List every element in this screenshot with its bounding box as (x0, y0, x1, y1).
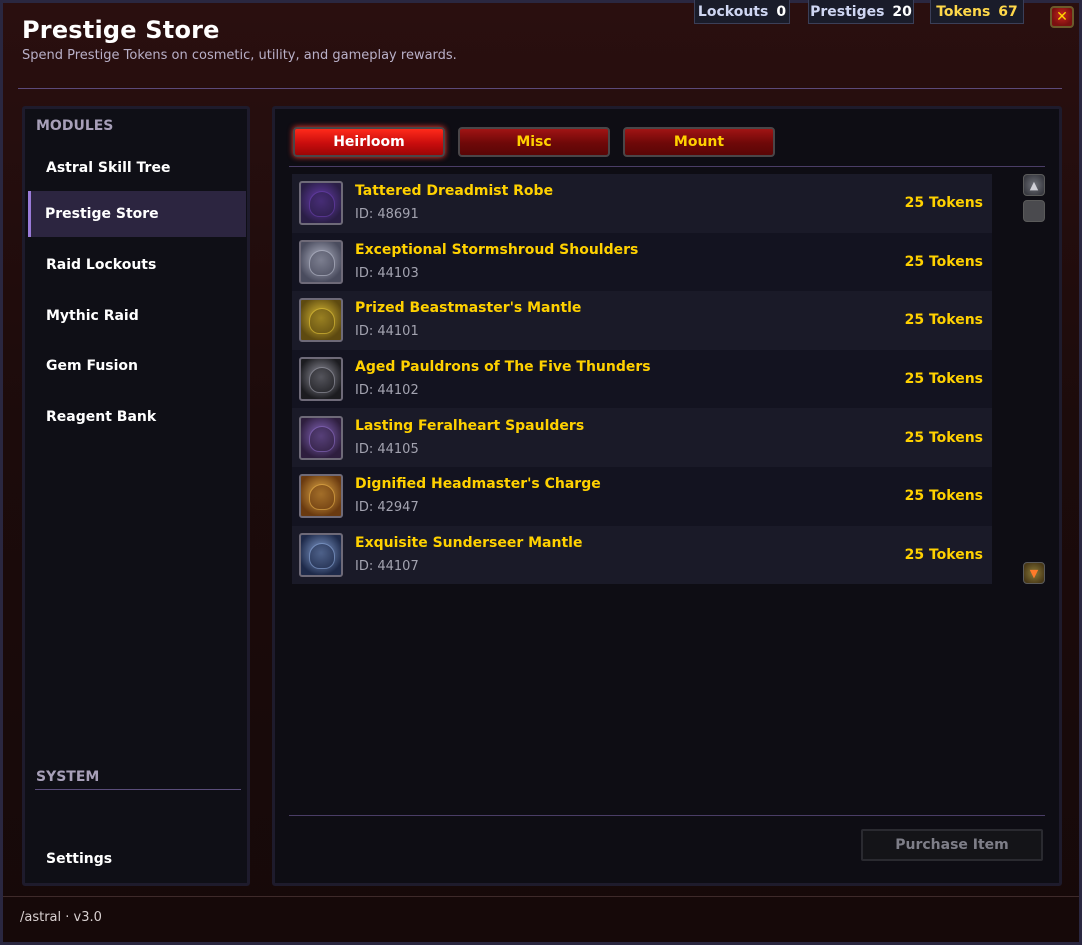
sidebar-item-mythic-raid[interactable]: Mythic Raid (28, 293, 246, 339)
item-price: 25 Tokens (904, 253, 983, 270)
item-id: ID: 44107 (355, 558, 419, 574)
prestiges-counter: Prestiges 20 (808, 0, 914, 24)
list-item[interactable]: Tattered Dreadmist Robe ID: 48691 25 Token… (292, 174, 992, 233)
item-id: ID: 44105 (355, 441, 419, 457)
item-text: Prized Beastmaster's Mantle ID: 44101 (355, 299, 905, 341)
tokens-counter: Tokens 67 (930, 0, 1024, 24)
tokens-label: Tokens (936, 3, 991, 20)
tab-label: Heirloom (333, 134, 405, 150)
item-text: Dignified Headmaster's Charge ID: 42947 (355, 475, 905, 517)
shoulders-icon (299, 239, 343, 284)
header-divider (18, 88, 1062, 89)
item-price: 25 Tokens (904, 371, 983, 388)
scroll-up-button[interactable]: ▲ (1023, 174, 1045, 196)
item-name: Prized Beastmaster's Mantle (355, 300, 582, 317)
item-price: 25 Tokens (904, 546, 983, 563)
prestiges-value: 20 (892, 3, 912, 20)
item-price: 25 Tokens (904, 312, 983, 329)
modules-section-label: MODULES (36, 118, 114, 134)
scrollbar-thumb[interactable] (1023, 200, 1045, 222)
version-footer: /astral · v3.0 (20, 910, 102, 925)
item-text: Aged Pauldrons of The Five Thunders ID: 4… (355, 358, 905, 400)
store-panel: Heirloom Misc Mount Tattered Dreadmist R… (272, 106, 1062, 886)
list-item[interactable]: Lasting Feralheart Spaulders ID: 44105 25 … (292, 408, 992, 467)
sidebar-item-reagent-bank[interactable]: Reagent Bank (28, 394, 246, 440)
page-subtitle: Spend Prestige Tokens on cosmetic, utili… (22, 48, 457, 63)
sidebar-item-label: Prestige Store (45, 206, 159, 222)
item-id: ID: 42947 (355, 500, 419, 516)
close-button[interactable]: ✕ (1050, 6, 1074, 28)
sidebar-item-label: Mythic Raid (46, 308, 139, 324)
tab-heirloom[interactable]: Heirloom (293, 127, 445, 157)
item-name: Dignified Headmaster's Charge (355, 476, 601, 493)
lockouts-label: Lockouts (697, 3, 769, 20)
system-section-label: SYSTEM (36, 769, 100, 785)
purchase-label: Purchase Item (895, 837, 1009, 853)
system-divider (35, 789, 241, 790)
spaulders-icon (299, 415, 343, 460)
item-text: Exquisite Sunderseer Mantle ID: 44107 (355, 534, 905, 576)
list-item[interactable]: Prized Beastmaster's Mantle ID: 44101 25 T… (292, 291, 992, 350)
lockouts-value: 0 (776, 3, 787, 20)
tab-label: Mount (673, 134, 725, 150)
tab-misc[interactable]: Misc (458, 127, 610, 157)
list-item[interactable]: Exceptional Stormshroud Shoulders ID: 441… (292, 232, 992, 292)
item-text: Tattered Dreadmist Robe ID: 48691 (355, 182, 905, 224)
item-name: Exceptional Stormshroud Shoulders (355, 241, 639, 258)
scroll-up-icon: ▲ (1029, 178, 1039, 192)
close-icon: ✕ (1056, 9, 1068, 25)
robe-icon (299, 181, 343, 226)
item-name: Exquisite Sunderseer Mantle (355, 534, 583, 551)
sidebar-item-label: Astral Skill Tree (46, 160, 171, 176)
tab-mount[interactable]: Mount (623, 127, 775, 157)
item-name: Lasting Feralheart Spaulders (355, 417, 585, 434)
sidebar-item-label: Raid Lockouts (46, 257, 157, 273)
sidebar-item-raid-lockouts[interactable]: Raid Lockouts (28, 242, 246, 288)
list-item[interactable]: Exquisite Sunderseer Mantle ID: 44107 25 T… (292, 525, 992, 585)
item-price: 25 Tokens (904, 195, 983, 212)
item-id: ID: 48691 (355, 207, 419, 223)
scroll-down-icon: ▼ (1029, 566, 1039, 580)
page-title: Prestige Store (22, 16, 220, 44)
sidebar-item-astral-skill-tree[interactable]: Astral Skill Tree (28, 145, 246, 191)
sidebar-item-gem-fusion[interactable]: Gem Fusion (28, 343, 246, 389)
list-item[interactable]: Dignified Headmaster's Charge ID: 42947 25… (292, 466, 992, 526)
sidebar-item-settings[interactable]: Settings (28, 836, 246, 882)
item-name: Aged Pauldrons of The Five Thunders (355, 359, 651, 376)
prestiges-label: Prestiges (810, 3, 885, 20)
item-text: Lasting Feralheart Spaulders ID: 44105 (355, 417, 905, 459)
item-price: 25 Tokens (904, 429, 983, 446)
tab-label: Misc (516, 134, 552, 150)
item-id: ID: 44103 (355, 265, 419, 281)
sidebar-item-label: Gem Fusion (46, 358, 138, 374)
pauldrons-icon (299, 357, 343, 402)
footer-divider-line (3, 896, 1079, 897)
purchase-item-button[interactable]: Purchase Item (861, 829, 1043, 861)
mantle-blue-icon (299, 532, 343, 577)
sidebar-item-label: Reagent Bank (46, 409, 157, 425)
sidebar-item-label: Settings (46, 851, 113, 867)
lockouts-counter: Lockouts 0 (694, 0, 790, 24)
footer-divider (289, 815, 1045, 816)
sidebar: MODULES Astral Skill Tree Prestige Store R… (22, 106, 250, 886)
list-item[interactable]: Aged Pauldrons of The Five Thunders ID: 4… (292, 349, 992, 409)
item-id: ID: 44101 (355, 324, 419, 340)
mantle-icon (299, 298, 343, 343)
item-price: 25 Tokens (904, 488, 983, 505)
tokens-value: 67 (998, 3, 1018, 20)
tabs-divider (289, 166, 1045, 167)
item-name: Tattered Dreadmist Robe (355, 183, 554, 200)
item-text: Exceptional Stormshroud Shoulders ID: 441… (355, 241, 905, 283)
staff-icon (299, 474, 343, 519)
item-id: ID: 44102 (355, 383, 419, 399)
scroll-down-button[interactable]: ▼ (1023, 562, 1045, 584)
item-list: Tattered Dreadmist Robe ID: 48691 25 Token… (292, 174, 992, 585)
sidebar-item-prestige-store[interactable]: Prestige Store (28, 191, 246, 237)
